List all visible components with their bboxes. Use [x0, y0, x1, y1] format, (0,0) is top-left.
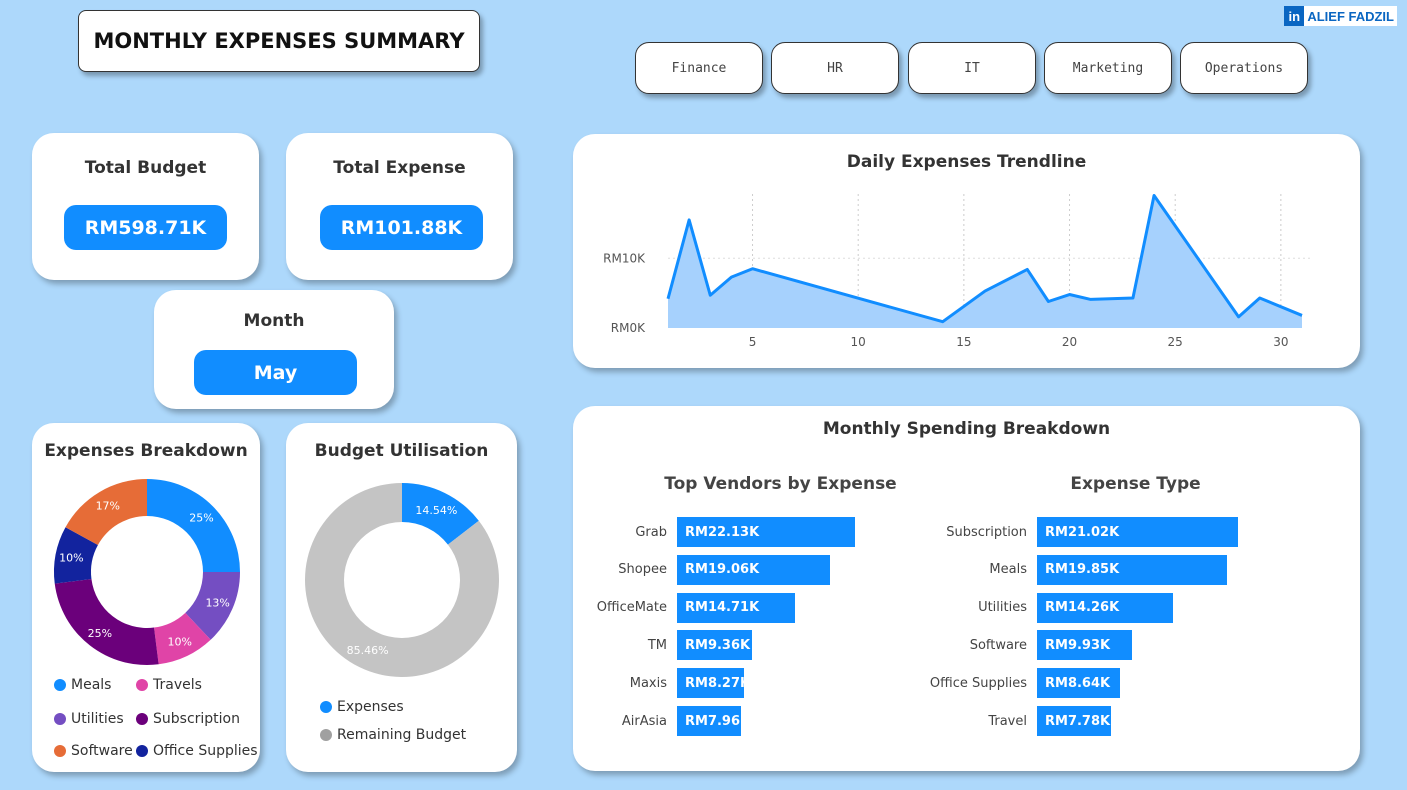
bar-category-label: TM — [647, 637, 667, 653]
bar[interactable]: RM14.71K — [677, 592, 796, 623]
donut-label: 25% — [189, 512, 213, 525]
donut-label: 25% — [88, 627, 112, 640]
expense-type-title: Expense Type — [1070, 474, 1201, 494]
donut-label: 14.54% — [415, 504, 457, 517]
bar[interactable]: RM9.36K — [677, 630, 753, 661]
bar-category-label: AirAsia — [621, 713, 667, 729]
trend-area — [668, 195, 1302, 328]
bar-category-label: Maxis — [629, 675, 667, 691]
bar[interactable]: RM21.02K — [1037, 517, 1238, 547]
budget-utilisation-card: Budget Utilisation 14.54% 85.46% Expenses… — [286, 423, 517, 772]
daily-trend-chart: 5 10 15 20 25 30 RM0K RM10K — [603, 193, 1313, 349]
legend-dot-icon — [54, 679, 66, 691]
legend-meals: Meals — [54, 677, 111, 693]
legend-label: Meals — [71, 677, 112, 693]
total-budget-label: Total Budget — [84, 158, 207, 178]
bar[interactable]: RM19.85K — [1037, 554, 1227, 585]
bar-category-label: Grab — [635, 524, 667, 540]
spending-breakdown-card: Monthly Spending Breakdown Top Vendors b… — [573, 406, 1360, 771]
legend-software: Software — [54, 743, 133, 759]
bar-category-label: Meals — [989, 562, 1027, 578]
bar-category-label: Subscription — [946, 524, 1027, 540]
legend-remaining-budget: Remaining Budget — [320, 727, 466, 743]
legend-dot-icon — [320, 729, 332, 741]
total-budget-value: RM598.71K — [64, 205, 227, 250]
legend-dot-icon — [136, 745, 148, 757]
donut-slice-meals[interactable] — [147, 479, 240, 572]
donut-label: 85.46% — [347, 644, 389, 657]
legend-dot-icon — [136, 679, 148, 691]
total-expense-card: Total Expense RM101.88K — [286, 133, 513, 280]
brand-name: ALIEF FADZIL — [1307, 8, 1394, 24]
donut-label: 10% — [168, 636, 192, 649]
legend-dot-icon — [136, 713, 148, 725]
bar[interactable]: RM19.06K — [677, 554, 831, 585]
dept-button-finance[interactable]: Finance — [635, 42, 763, 94]
month-label: Month — [243, 311, 305, 331]
y-tick-label: RM10K — [603, 251, 646, 265]
legend-label: Utilities — [71, 711, 124, 727]
total-expense-label: Total Expense — [333, 158, 466, 178]
dept-button-hr[interactable]: HR — [771, 42, 899, 94]
linkedin-icon: in — [1284, 6, 1305, 26]
bar-category-label: Shopee — [618, 562, 667, 578]
top-vendors-title: Top Vendors by Expense — [664, 474, 897, 494]
dept-button-it[interactable]: IT — [908, 42, 1036, 94]
spending-breakdown-title: Monthly Spending Breakdown — [822, 419, 1111, 439]
legend-label: Travels — [153, 677, 202, 693]
bar[interactable]: RM8.64K — [1037, 668, 1120, 699]
expenses-breakdown-donut: 25% 13% 10% 25% 10% 17% — [54, 479, 240, 665]
legend-label: Expenses — [337, 699, 404, 715]
daily-trend-card: Daily Expenses Trendline 5 10 15 20 25 30 RM0K… — [573, 134, 1360, 368]
x-tick-label: 5 — [749, 335, 757, 349]
bar-category-label: Office Supplies — [929, 675, 1027, 691]
legend-utilities: Utilities — [54, 711, 124, 727]
donut-label: 17% — [96, 500, 120, 513]
legend-label: Software — [71, 743, 133, 759]
month-value[interactable]: May — [194, 350, 357, 395]
donut-label: 10% — [59, 552, 83, 565]
dept-button-operations[interactable]: Operations — [1180, 42, 1308, 94]
dept-button-marketing[interactable]: Marketing — [1044, 42, 1172, 94]
bar-category-label: Software — [969, 637, 1027, 653]
x-tick-label: 25 — [1168, 335, 1183, 349]
bar[interactable]: RM14.26K — [1037, 592, 1174, 623]
legend-label: Remaining Budget — [337, 727, 467, 743]
legend-label: Subscription — [153, 711, 240, 727]
bar-category-label: OfficeMate — [596, 600, 667, 616]
x-tick-label: 20 — [1062, 335, 1077, 349]
total-expense-value: RM101.88K — [320, 205, 483, 250]
x-tick-label: 15 — [956, 335, 971, 349]
bar[interactable]: RM22.13K — [677, 517, 855, 547]
legend-subscription: Subscription — [136, 711, 240, 727]
bar[interactable]: RM9.93K — [1037, 630, 1132, 661]
bar[interactable]: RM8.27K — [677, 668, 750, 699]
budget-utilisation-donut: 14.54% 85.46% — [305, 483, 499, 677]
donut-label: 13% — [205, 597, 229, 610]
page-title: MONTHLY EXPENSES SUMMARY — [78, 10, 480, 72]
legend-dot-icon — [54, 713, 66, 725]
legend-office-supplies: Office Supplies — [136, 743, 258, 759]
x-tick-label: 10 — [851, 335, 866, 349]
legend-expenses: Expenses — [320, 699, 404, 715]
expenses-breakdown-card: Expenses Breakdown 25% 13% 10% 25% 10% 17% Me… — [32, 423, 260, 772]
y-tick-label: RM0K — [611, 321, 646, 335]
brand-badge[interactable]: in ALIEF FADZIL — [1284, 6, 1397, 26]
legend-travels: Travels — [136, 677, 202, 693]
total-budget-card: Total Budget RM598.71K — [32, 133, 259, 280]
x-tick-label: 30 — [1273, 335, 1288, 349]
donut-slice-subscription[interactable] — [54, 579, 159, 665]
bar-category-label: Travel — [988, 713, 1027, 729]
month-card: Month May — [154, 290, 394, 409]
bar[interactable]: RM7.96K — [677, 706, 750, 736]
bar-category-label: Utilities — [978, 600, 1027, 616]
bar[interactable]: RM7.78K — [1037, 706, 1112, 736]
legend-label: Office Supplies — [153, 743, 258, 759]
legend-dot-icon — [320, 701, 332, 713]
legend-dot-icon — [54, 745, 66, 757]
